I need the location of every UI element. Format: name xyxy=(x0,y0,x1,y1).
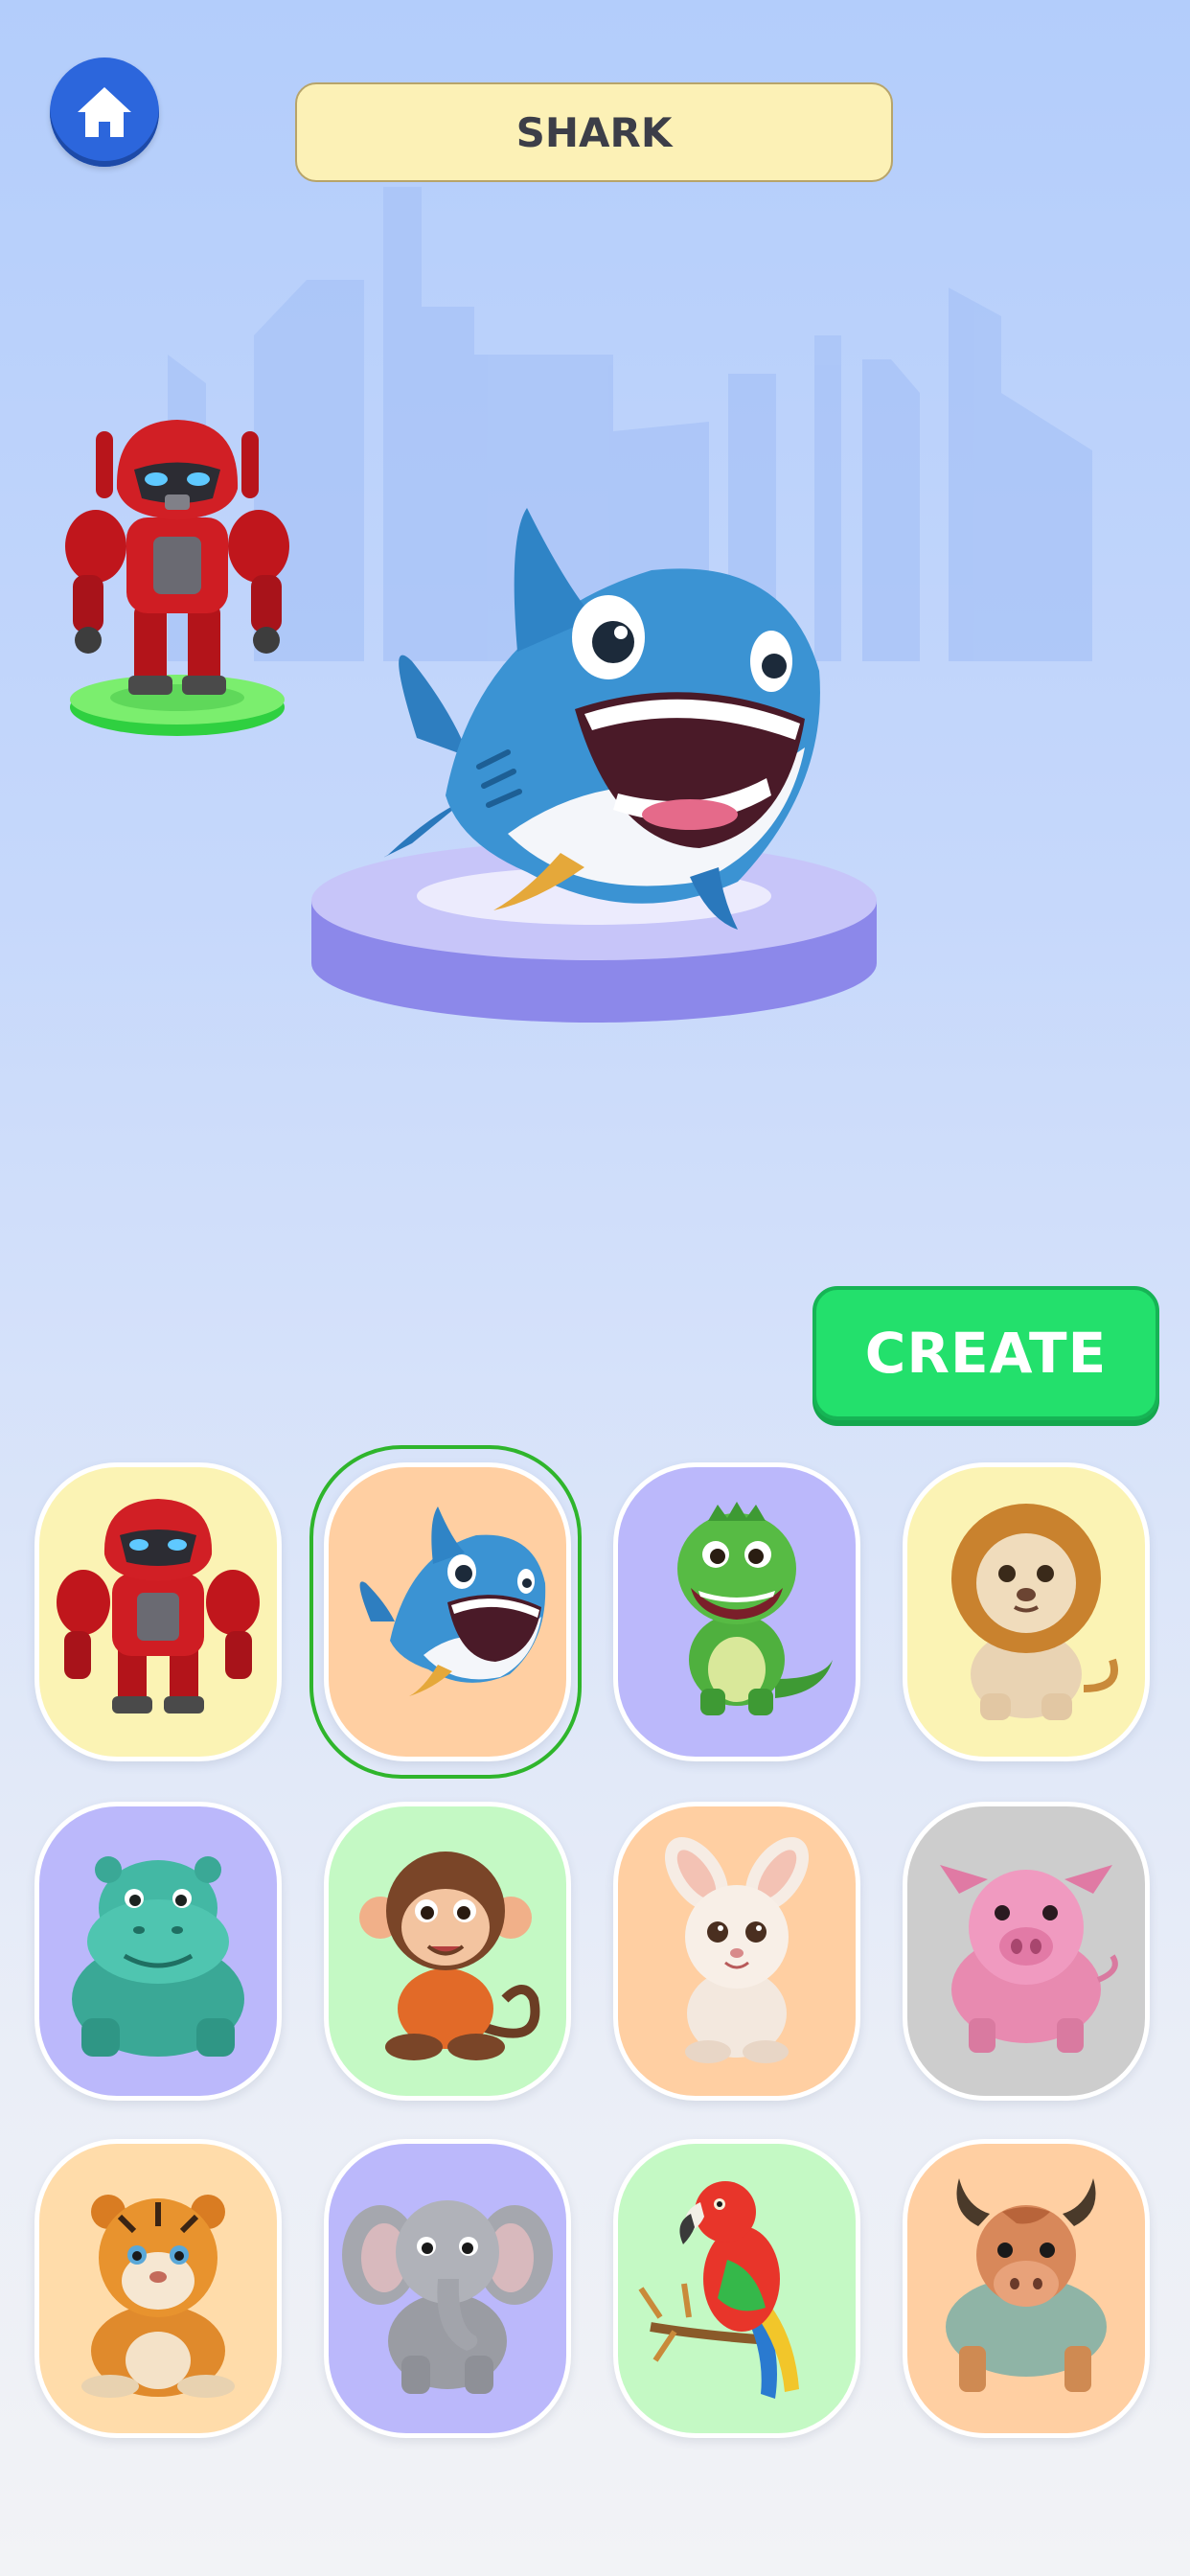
character-tile-parrot[interactable] xyxy=(613,2139,860,2438)
character-tile-tiger[interactable] xyxy=(34,2139,282,2438)
robot-icon xyxy=(57,1499,260,1714)
character-tile-pig[interactable] xyxy=(903,1802,1150,2101)
character-tile-robot[interactable] xyxy=(34,1462,282,1761)
elephant-icon xyxy=(342,2200,553,2394)
character-tile-dinosaur[interactable] xyxy=(613,1462,860,1761)
tiger-icon xyxy=(81,2195,235,2398)
character-tile-bull[interactable] xyxy=(903,2139,1150,2438)
monkey-icon xyxy=(359,1852,540,2060)
character-tile-hippo[interactable] xyxy=(34,1802,282,2101)
main-shark-display xyxy=(311,508,877,1023)
home-button[interactable] xyxy=(50,58,159,167)
character-title: SHARK xyxy=(295,82,893,182)
character-tile-monkey[interactable] xyxy=(324,1802,571,2101)
bunny-icon xyxy=(664,1836,810,2063)
character-tile-lion[interactable] xyxy=(903,1462,1150,1761)
parrot-icon xyxy=(638,2181,799,2399)
home-icon xyxy=(78,87,131,137)
create-button[interactable]: CREATE xyxy=(812,1286,1159,1420)
character-tile-elephant[interactable] xyxy=(324,2139,571,2438)
pig-icon xyxy=(940,1865,1118,2053)
shark-icon xyxy=(359,1506,546,1696)
lion-icon xyxy=(951,1504,1118,1720)
character-tile-bunny[interactable] xyxy=(613,1802,860,2101)
dinosaur-icon xyxy=(677,1502,833,1715)
hippo-icon xyxy=(72,1856,244,2057)
preview-robot-figure xyxy=(65,420,289,736)
character-tile-shark[interactable] xyxy=(324,1462,571,1761)
bull-icon xyxy=(946,2178,1107,2392)
